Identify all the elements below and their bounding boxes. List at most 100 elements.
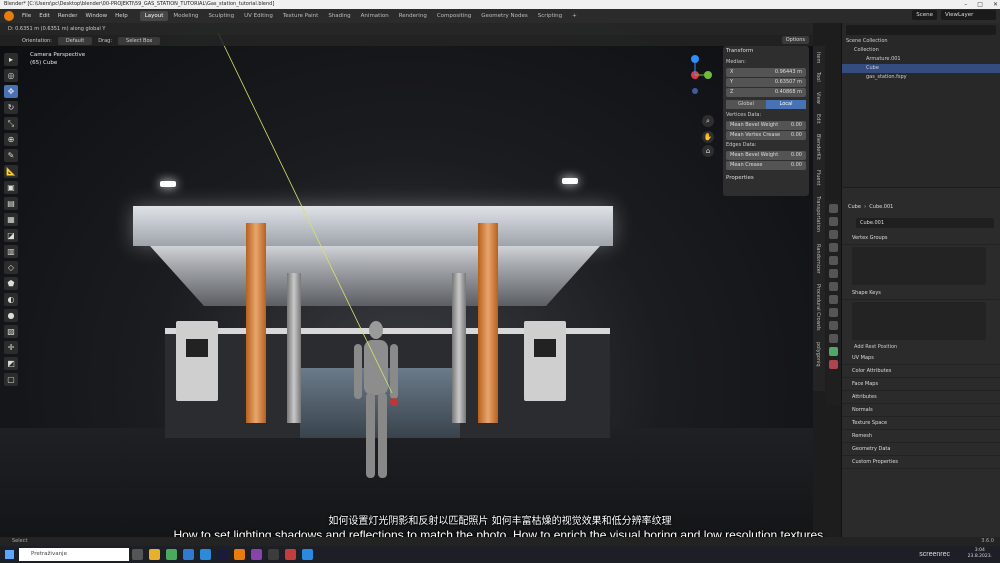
menu-render[interactable]: Render xyxy=(54,13,82,19)
bevel-tool-icon[interactable]: ◪ xyxy=(4,229,18,242)
tab-sculpting[interactable]: Sculpting xyxy=(203,11,239,21)
drag-dropdown[interactable]: Select Box xyxy=(118,36,161,45)
smooth-tool-icon[interactable]: ● xyxy=(4,309,18,322)
after-effects-icon[interactable] xyxy=(217,549,228,560)
local-button[interactable]: Local xyxy=(766,100,806,109)
shape-keys-list[interactable] xyxy=(852,302,986,340)
add-rest-position-checkbox[interactable]: Add Rest Position xyxy=(842,342,1000,352)
options-dropdown[interactable]: Options xyxy=(781,36,809,44)
mesh-name-field[interactable]: Cube.001 xyxy=(856,218,994,228)
tab-item[interactable]: Item xyxy=(815,52,821,63)
spin-tool-icon[interactable]: ◐ xyxy=(4,293,18,306)
attributes-section[interactable]: Attributes xyxy=(842,391,1000,404)
scene-collection-row[interactable]: Scene Collection xyxy=(842,37,1000,46)
view-layer-selector[interactable]: ViewLayer xyxy=(941,10,996,20)
orientation-dropdown[interactable]: Default xyxy=(57,36,93,45)
outliner-item-armature[interactable]: Armature.001 xyxy=(842,55,1000,64)
taskbar-search[interactable]: Pretraživanje xyxy=(19,548,129,561)
tab-uv-editing[interactable]: UV Editing xyxy=(239,11,278,21)
file-explorer-icon[interactable] xyxy=(149,549,160,560)
uv-maps-section[interactable]: UV Maps xyxy=(842,352,1000,365)
scene-props-icon[interactable] xyxy=(829,256,838,265)
properties-subpanel[interactable]: Properties xyxy=(726,175,806,181)
modifier-props-icon[interactable] xyxy=(829,295,838,304)
rotate-tool-icon[interactable]: ↻ xyxy=(4,101,18,114)
menu-edit[interactable]: Edit xyxy=(35,13,54,19)
vertex-groups-list[interactable] xyxy=(852,247,986,285)
move-tool-icon[interactable]: ✥ xyxy=(4,85,18,98)
windows-start-icon[interactable] xyxy=(5,550,14,559)
tab-modeling[interactable]: Modeling xyxy=(168,11,203,21)
normals-section[interactable]: Normals xyxy=(842,404,1000,417)
global-button[interactable]: Global xyxy=(726,100,766,109)
object-props-icon[interactable] xyxy=(829,282,838,291)
outliner-search[interactable] xyxy=(846,25,996,35)
collection-row[interactable]: Collection xyxy=(842,46,1000,55)
scale-tool-icon[interactable]: ⤡ xyxy=(4,117,18,130)
menu-file[interactable]: File xyxy=(18,13,35,19)
system-clock[interactable]: 3:04 23.8.2023. xyxy=(968,548,992,560)
loop-cut-tool-icon[interactable]: ▥ xyxy=(4,245,18,258)
app-icon[interactable] xyxy=(285,549,296,560)
transform-tool-icon[interactable]: ⊕ xyxy=(4,133,18,146)
menu-window[interactable]: Window xyxy=(81,13,111,19)
rip-tool-icon[interactable]: ▢ xyxy=(4,373,18,386)
z-field[interactable]: Z 0.40868 m xyxy=(726,88,806,97)
measure-tool-icon[interactable]: 📐 xyxy=(4,165,18,178)
face-maps-section[interactable]: Face Maps xyxy=(842,378,1000,391)
3d-viewport[interactable]: D: 0.6351 m (0.6351 m) along global Y Or… xyxy=(0,23,813,537)
view-layer-props-icon[interactable] xyxy=(829,243,838,252)
close-button[interactable]: ✕ xyxy=(993,0,998,9)
extrude-tool-icon[interactable]: ▤ xyxy=(4,197,18,210)
tab-scripting[interactable]: Scripting xyxy=(533,11,567,21)
geometry-data-section[interactable]: Geometry Data xyxy=(842,443,1000,456)
remesh-section[interactable]: Remesh xyxy=(842,430,1000,443)
texture-space-section[interactable]: Texture Space xyxy=(842,417,1000,430)
tab-compositing[interactable]: Compositing xyxy=(432,11,476,21)
outliner-item-cube[interactable]: Cube xyxy=(842,64,1000,73)
add-workspace-button[interactable]: + xyxy=(567,11,582,21)
tab-rendering[interactable]: Rendering xyxy=(394,11,432,21)
chrome-icon[interactable] xyxy=(166,549,177,560)
shear-tool-icon[interactable]: ◩ xyxy=(4,357,18,370)
blender-taskbar-icon[interactable] xyxy=(234,549,245,560)
menu-help[interactable]: Help xyxy=(111,13,132,19)
tab-transportation[interactable]: Transportation xyxy=(815,196,821,232)
app-icon[interactable] xyxy=(302,549,313,560)
blender-logo-icon[interactable] xyxy=(4,11,14,21)
mean-crease-field[interactable]: Mean Crease 0.00 xyxy=(726,161,806,170)
mean-vertex-crease-field[interactable]: Mean Vertex Crease 0.00 xyxy=(726,131,806,140)
app-icon[interactable] xyxy=(268,549,279,560)
tab-layout[interactable]: Layout xyxy=(139,11,169,21)
tab-randomizer[interactable]: Randomizer xyxy=(815,244,821,274)
material-props-icon[interactable] xyxy=(829,360,838,369)
constraints-props-icon[interactable] xyxy=(829,334,838,343)
poly-build-tool-icon[interactable]: ⬟ xyxy=(4,277,18,290)
navigation-gizmo[interactable] xyxy=(686,51,716,99)
add-cube-tool-icon[interactable]: ▣ xyxy=(4,181,18,194)
world-props-icon[interactable] xyxy=(829,269,838,278)
output-props-icon[interactable] xyxy=(829,230,838,239)
inset-tool-icon[interactable]: ▦ xyxy=(4,213,18,226)
edge-icon[interactable] xyxy=(183,549,194,560)
tab-edit[interactable]: Edit xyxy=(815,114,821,124)
scene-selector[interactable]: Scene xyxy=(912,10,937,20)
tab-polygoniq[interactable]: polygoniq xyxy=(815,342,821,367)
shape-keys-section[interactable]: Shape Keys xyxy=(842,287,1000,300)
maximize-button[interactable]: □ xyxy=(977,0,983,9)
tab-texture-paint[interactable]: Texture Paint xyxy=(278,11,324,21)
select-tool-icon[interactable]: ▸ xyxy=(4,53,18,66)
tab-geometry-nodes[interactable]: Geometry Nodes xyxy=(476,11,532,21)
tab-blenderkit[interactable]: BlenderKit xyxy=(815,134,821,160)
mean-bevel-weight-field[interactable]: Mean Bevel Weight 0.00 xyxy=(726,121,806,130)
custom-properties-section[interactable]: Custom Properties xyxy=(842,456,1000,469)
annotate-tool-icon[interactable]: ✎ xyxy=(4,149,18,162)
app-icon[interactable] xyxy=(251,549,262,560)
tab-tool[interactable]: Tool xyxy=(815,72,821,82)
tool-props-icon[interactable] xyxy=(829,204,838,213)
edge-bevel-weight-field[interactable]: Mean Bevel Weight 0.00 xyxy=(726,151,806,160)
knife-tool-icon[interactable]: ◇ xyxy=(4,261,18,274)
color-attributes-section[interactable]: Color Attributes xyxy=(842,365,1000,378)
camera-view-icon[interactable]: ⌂ xyxy=(702,145,714,157)
y-field[interactable]: Y 0.63507 m xyxy=(726,78,806,87)
